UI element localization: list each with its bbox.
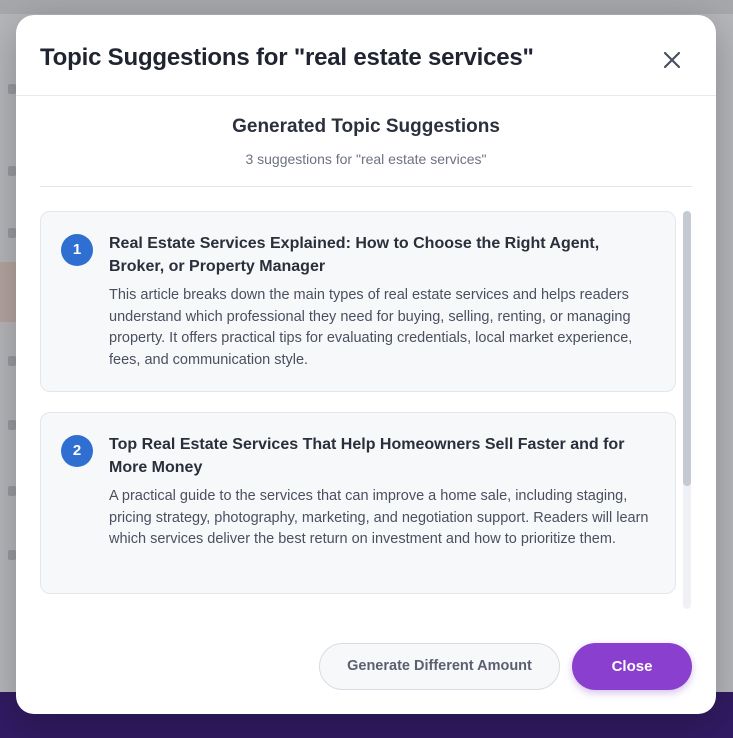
suggestion-title: Top Real Estate Services That Help Homeo… [109,436,625,476]
dialog-header: Topic Suggestions for "real estate servi… [16,15,716,96]
suggestions-header: Generated Topic Suggestions 3 suggestion… [40,96,692,187]
suggestion-number-badge: 2 [61,435,93,467]
close-icon[interactable] [660,48,684,72]
generate-different-amount-button[interactable]: Generate Different Amount [319,643,560,690]
suggestions-scrollbar[interactable] [683,211,691,609]
dialog-title: Topic Suggestions for "real estate servi… [40,44,534,71]
suggestion-card[interactable]: 1 Real Estate Services Explained: How to… [40,211,676,392]
suggestion-description: This article breaks down the main types … [109,287,633,368]
section-subtitle: 3 suggestions for "real estate services" [245,151,487,167]
close-button[interactable]: Close [572,643,692,690]
section-title: Generated Topic Suggestions [232,116,500,137]
scrollbar-thumb[interactable] [683,211,691,486]
topic-suggestions-dialog: Topic Suggestions for "real estate servi… [16,15,716,714]
suggestions-list[interactable]: 1 Real Estate Services Explained: How to… [40,211,692,611]
suggestion-title: Real Estate Services Explained: How to C… [109,235,600,275]
suggestion-description: A practical guide to the services that c… [109,488,649,547]
suggestion-card[interactable]: 2 Top Real Estate Services That Help Hom… [40,412,676,594]
suggestion-number-badge: 1 [61,234,93,266]
